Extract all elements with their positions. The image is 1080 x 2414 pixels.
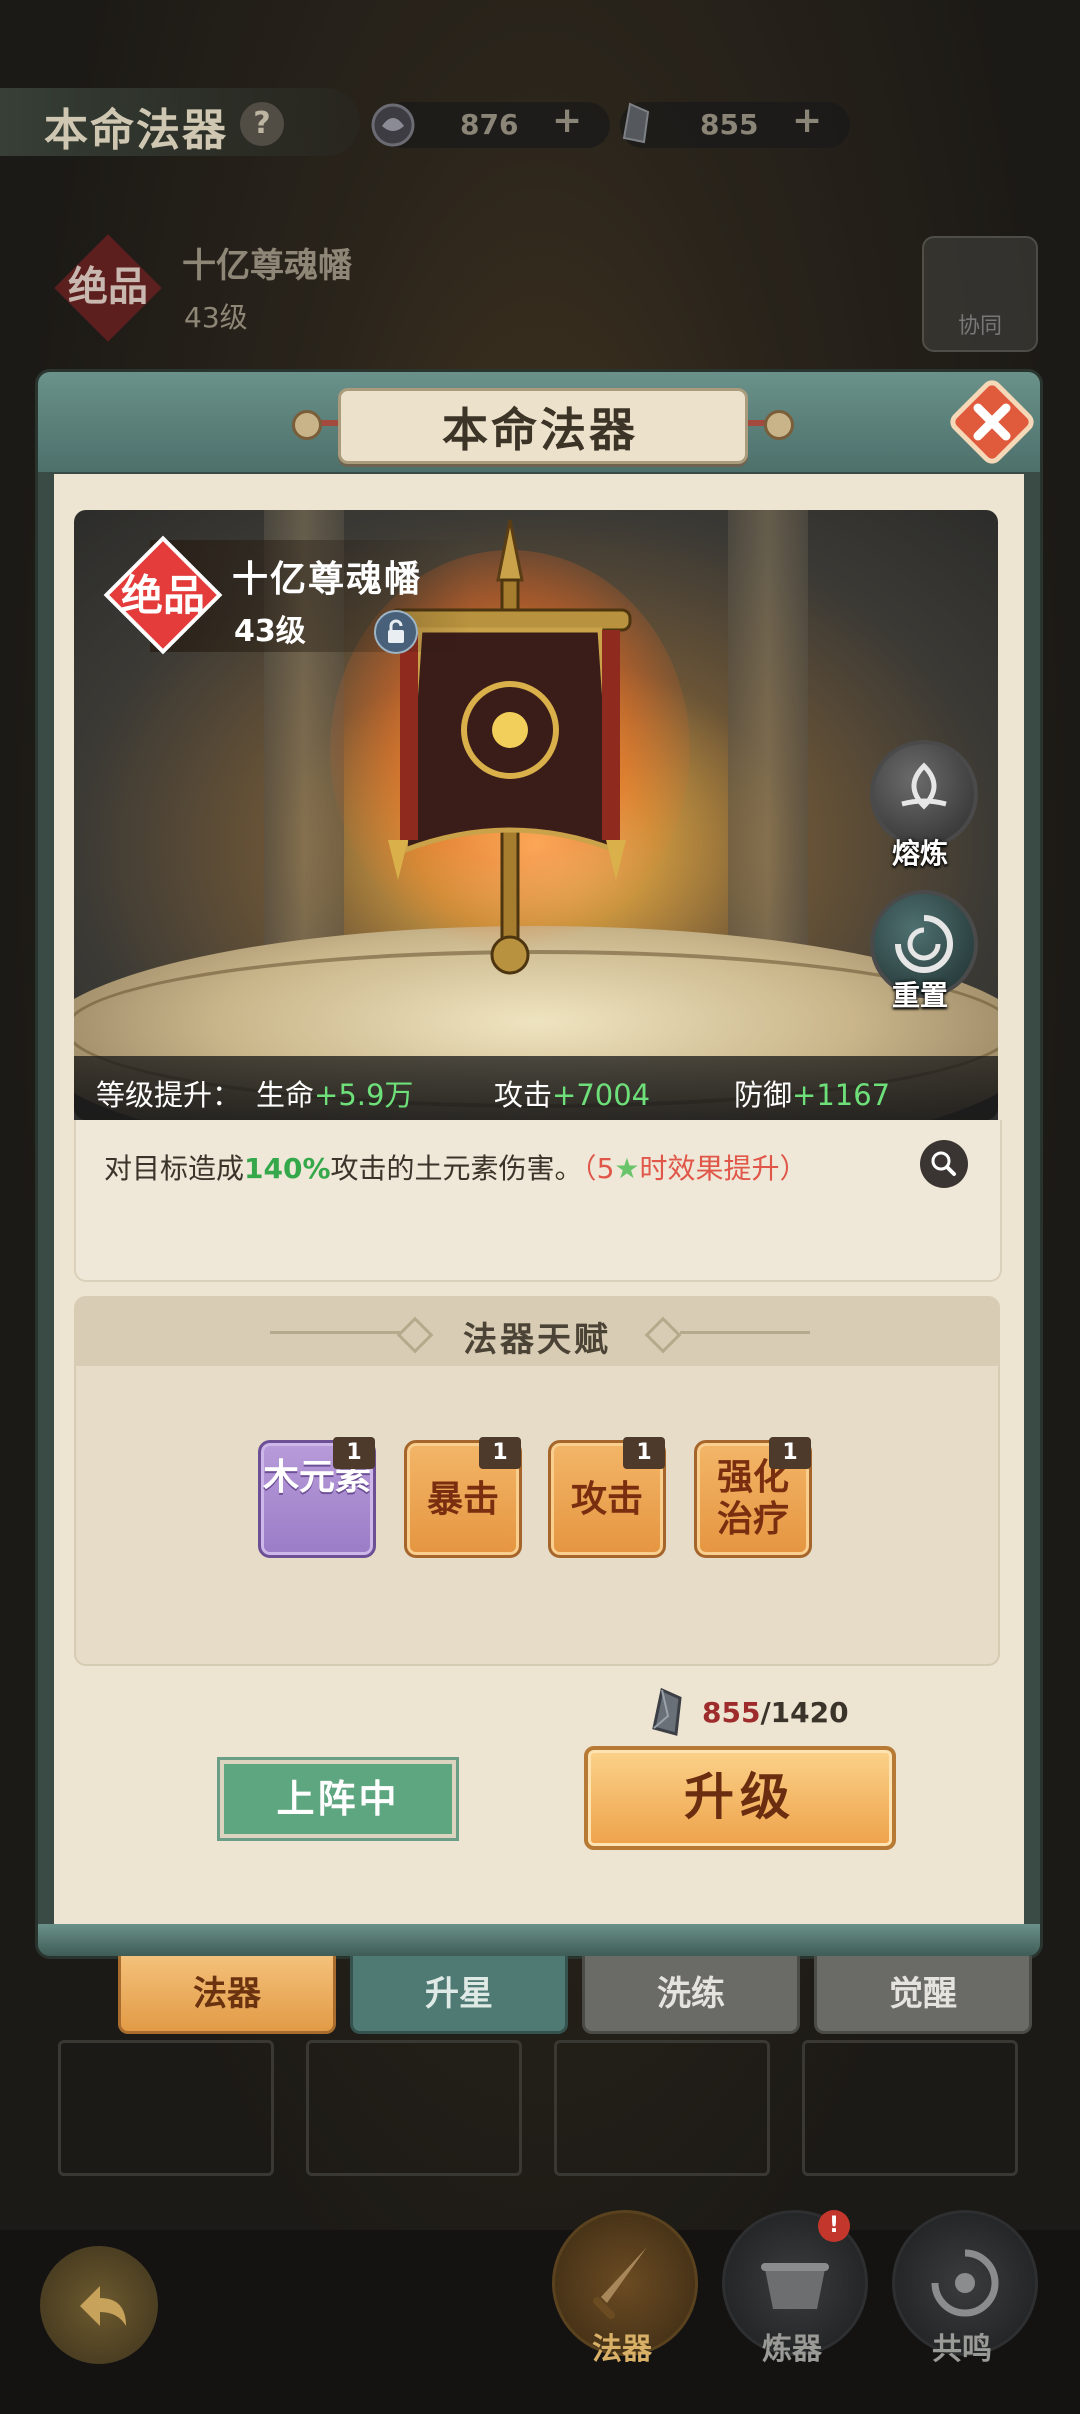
tab-refine[interactable]: 洗练: [582, 1956, 800, 2034]
talent-tile-crit[interactable]: 暴击 1: [404, 1437, 522, 1558]
stone-shard-icon: [622, 102, 650, 144]
spirit-orb-icon: [371, 103, 415, 147]
talent-tile-enhanced-heal[interactable]: 强化治疗 1: [694, 1437, 812, 1558]
nav-resonance-label: 共鸣: [932, 2332, 992, 2367]
stat-atk-label: 攻击: [494, 1078, 553, 1112]
nav-artifact-label: 法器: [592, 2332, 652, 2367]
deployed-button[interactable]: 上阵中: [217, 1757, 459, 1841]
artifact-name: 十亿尊魂幡: [232, 559, 423, 600]
stone-shard-icon: [652, 1687, 682, 1736]
equipment-slot[interactable]: [554, 2040, 770, 2176]
upgrade-cost: 855/1420: [702, 1696, 849, 1729]
talent-level-badge: 1: [769, 1437, 811, 1469]
resource-spirit-add-button[interactable]: +: [552, 100, 582, 141]
desc-part2: 攻击的土元素伤害。: [330, 1152, 583, 1185]
tab-awaken[interactable]: 觉醒: [814, 1956, 1032, 2034]
reset-label: 重置: [891, 979, 948, 1012]
stats-prefix: 等级提升：: [96, 1078, 242, 1112]
talent-level-badge: 1: [479, 1437, 521, 1469]
nav-forge-label: 炼器: [762, 2332, 822, 2367]
tab-artifact[interactable]: 法器: [118, 1956, 336, 2034]
talent-tile-label: 暴击: [426, 1479, 499, 1520]
desc-star-count: 5: [596, 1152, 615, 1185]
dialog-footer: [38, 1924, 1040, 1956]
stat-hp: 生命+5.9万: [256, 1072, 413, 1114]
talent-tile-attack[interactable]: 攻击 1: [548, 1437, 666, 1558]
star-icon: ★: [614, 1152, 640, 1185]
desc-percent: 140%: [244, 1152, 331, 1185]
bg-rarity-badge: 绝品: [54, 234, 162, 342]
close-icon[interactable]: [946, 376, 1038, 468]
stat-def: 防御+1167: [734, 1072, 890, 1114]
rarity-badge-icon: 绝品: [103, 535, 223, 655]
skill-description: 对目标造成140%攻击的土元素伤害。（5★时效果提升）: [104, 1147, 808, 1187]
cost-have: 855: [702, 1696, 761, 1729]
coop-button[interactable]: 协同: [922, 236, 1038, 352]
magnifier-icon[interactable]: [920, 1140, 968, 1188]
stat-def-label: 防御: [734, 1078, 793, 1112]
talent-level-badge: 1: [623, 1437, 665, 1469]
equipment-slot[interactable]: [58, 2040, 274, 2176]
talent-tile-wood-element[interactable]: 木元素 1: [258, 1437, 376, 1558]
back-arrow-icon: [80, 2286, 126, 2326]
back-button[interactable]: [40, 2246, 158, 2364]
cost-need: /1420: [760, 1696, 849, 1729]
talent-level-badge: 1: [333, 1437, 375, 1469]
desc-part1: 对目标造成: [104, 1152, 245, 1185]
talent-title: 法器天赋: [463, 1320, 611, 1360]
notification-badge: !: [818, 2210, 850, 2242]
page-title: 本命法器: [44, 105, 228, 156]
stat-atk: 攻击+7004: [494, 1072, 650, 1114]
bg-artifact-level: 43级: [184, 301, 248, 334]
talent-tile-label: 强化治疗: [716, 1457, 789, 1540]
desc-bracket-close: ）: [779, 1152, 808, 1185]
equipment-slot[interactable]: [306, 2040, 522, 2176]
stat-def-bonus: +1167: [792, 1078, 891, 1112]
dialog-title: 本命法器: [442, 403, 638, 457]
desc-bracket-open: （: [582, 1152, 597, 1185]
skill-description-card: [74, 1120, 1002, 1282]
bg-rarity-text: 绝品: [68, 264, 148, 310]
talent-tile-label: 攻击: [570, 1479, 643, 1520]
title-knob-right: [764, 410, 794, 440]
stat-hp-label: 生命: [256, 1078, 315, 1112]
resource-stone-add-button[interactable]: +: [792, 100, 822, 141]
help-icon[interactable]: ?: [240, 102, 284, 146]
equipment-slot[interactable]: [802, 2040, 1018, 2176]
bg-artifact-name: 十亿尊魂幡: [182, 246, 352, 286]
smelt-icon: [901, 762, 947, 810]
artifact-level: 43级: [234, 614, 306, 649]
resource-stone-value: 855: [700, 108, 759, 141]
title-knob-left: [292, 410, 322, 440]
upgrade-button[interactable]: 升级: [584, 1746, 896, 1850]
resource-spirit-value: 876: [460, 108, 519, 141]
tab-star-up[interactable]: 升星: [350, 1956, 568, 2034]
stat-atk-bonus: +7004: [552, 1078, 651, 1112]
rarity-badge-text: 绝品: [121, 571, 205, 620]
smelt-label: 熔炼: [891, 837, 948, 870]
desc-star-suffix: 时效果提升: [639, 1152, 780, 1185]
lock-icon[interactable]: [374, 610, 418, 654]
coop-label: 协同: [957, 314, 1002, 339]
stat-hp-bonus: +5.9万: [314, 1078, 414, 1112]
